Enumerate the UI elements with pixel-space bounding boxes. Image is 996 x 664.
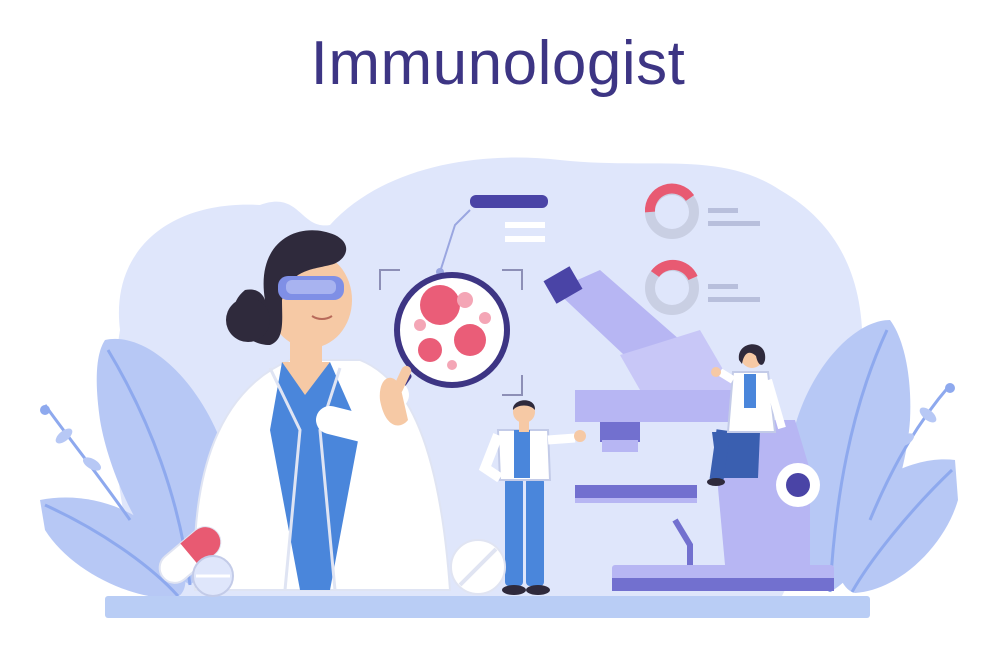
illustration	[40, 157, 958, 618]
floor	[105, 596, 870, 618]
pill-icon-round	[192, 555, 234, 597]
pill-icon-large	[450, 539, 506, 595]
